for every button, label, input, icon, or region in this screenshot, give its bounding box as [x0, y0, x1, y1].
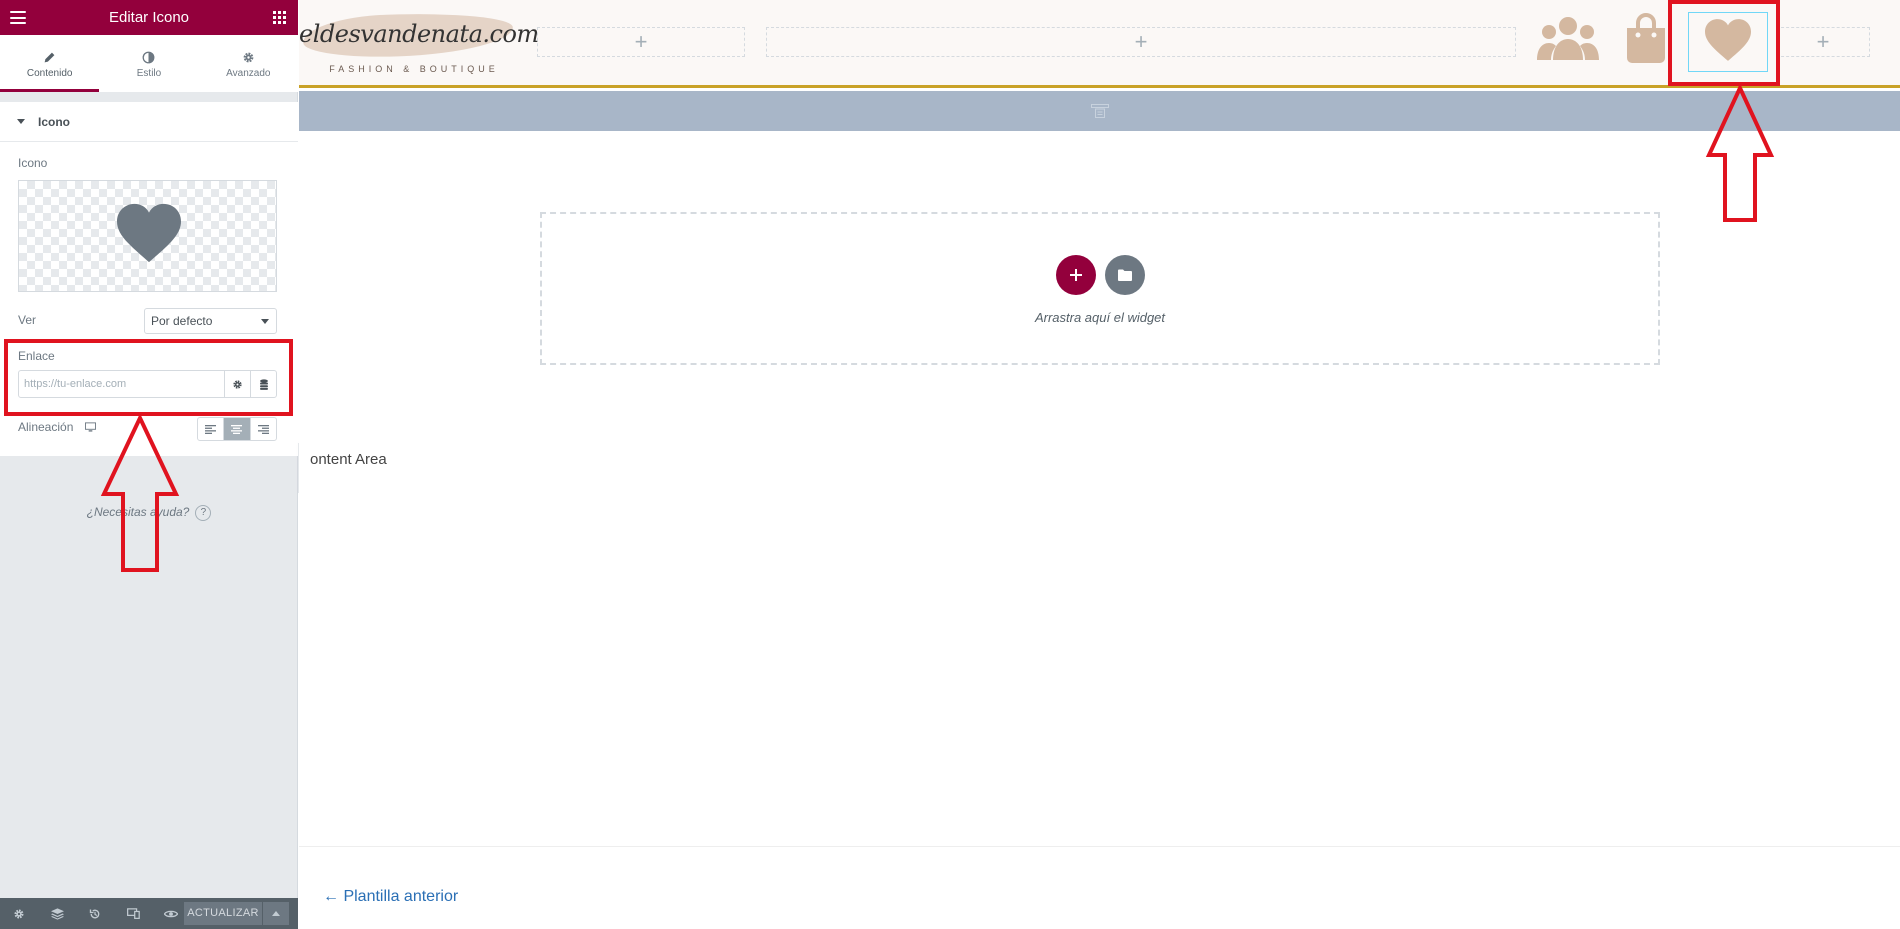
view-select[interactable]: Por defecto [144, 308, 277, 334]
view-select-value: Por defecto [151, 314, 213, 328]
section-handle-strip[interactable] [299, 91, 1900, 131]
caret-down-icon [17, 119, 25, 124]
chevron-down-icon [261, 319, 269, 324]
add-section-button[interactable] [1056, 255, 1096, 295]
align-left-icon[interactable] [198, 418, 223, 440]
half-circle-icon [99, 49, 198, 65]
annotation-arrow-up-icon [1705, 84, 1775, 222]
empty-column-add[interactable]: + [766, 27, 1516, 57]
panel-tabs: Contenido Estilo Avanzado [0, 35, 298, 92]
pencil-icon [0, 49, 99, 65]
alignment-label: Alineación [18, 420, 74, 434]
widgets-grid-icon[interactable] [273, 11, 286, 24]
annotation-arrow-up-icon [100, 414, 180, 572]
site-header-section[interactable]: eldesvandenata.com FASHION & BOUTIQUE + … [299, 0, 1900, 88]
content-area-label: ontent Area [310, 451, 387, 468]
tab-avanzado[interactable]: Avanzado [199, 35, 298, 92]
update-button[interactable]: ACTUALIZAR [184, 902, 262, 925]
empty-column-add[interactable]: + [1776, 27, 1870, 57]
align-center-icon[interactable] [223, 418, 250, 440]
view-control-label: Ver [18, 313, 37, 327]
desktop-icon[interactable] [84, 422, 96, 432]
section-title: Icono [38, 115, 70, 129]
plus-icon: + [1816, 29, 1830, 54]
editor-canvas: eldesvandenata.com FASHION & BOUTIQUE + … [299, 0, 1900, 929]
heart-icon [117, 203, 181, 263]
panel-title: Editar Icono [108, 9, 190, 26]
alignment-control-label: Alineación [18, 420, 96, 434]
panel-header: Editar Icono [0, 0, 298, 35]
annotation-box-link-field [4, 339, 293, 416]
tab-label: Avanzado [226, 68, 271, 79]
tab-label: Contenido [26, 68, 73, 79]
site-logo[interactable]: eldesvandenata.com FASHION & BOUTIQUE [299, 0, 539, 88]
alignment-buttons [197, 417, 277, 441]
question-icon: ? [195, 505, 212, 521]
align-right-icon[interactable] [249, 418, 276, 440]
plus-icon [1070, 269, 1082, 281]
section-handle-icon[interactable] [1090, 104, 1109, 118]
tab-label: Estilo [136, 68, 162, 79]
settings-gear-icon[interactable] [0, 898, 38, 929]
section-icono-toggle[interactable]: Icono [0, 102, 298, 142]
icon-control-label: Icono [18, 156, 48, 170]
navigator-layers-icon[interactable] [38, 898, 76, 929]
tab-contenido[interactable]: Contenido [0, 35, 100, 92]
previous-template-link[interactable]: ← Plantilla anterior [323, 888, 458, 906]
folder-icon [1118, 269, 1132, 281]
panel-footer: ACTUALIZAR [0, 898, 298, 929]
empty-column-add[interactable]: + [537, 27, 745, 57]
footer-divider [299, 846, 1900, 847]
gear-icon [199, 49, 298, 65]
caret-up-icon[interactable] [263, 902, 289, 925]
responsive-mode-icon[interactable] [114, 898, 152, 929]
shopping-bag-icon[interactable] [1624, 12, 1668, 64]
logo-tagline: FASHION & BOUTIQUE [329, 64, 499, 74]
tab-estilo[interactable]: Estilo [99, 35, 198, 92]
plus-icon: + [1134, 29, 1148, 54]
plus-icon: + [634, 29, 648, 54]
drop-zone-hint: Arrastra aquí el widget [1034, 310, 1166, 325]
annotation-box-heart-widget [1668, 0, 1780, 86]
icon-library-picker[interactable] [18, 180, 277, 292]
users-group-icon[interactable] [1536, 14, 1600, 62]
logo-text: eldesvandenata.com [299, 20, 539, 48]
add-template-button[interactable] [1105, 255, 1145, 295]
widget-drop-zone[interactable]: Arrastra aquí el widget [540, 212, 1660, 365]
history-icon[interactable] [76, 898, 114, 929]
